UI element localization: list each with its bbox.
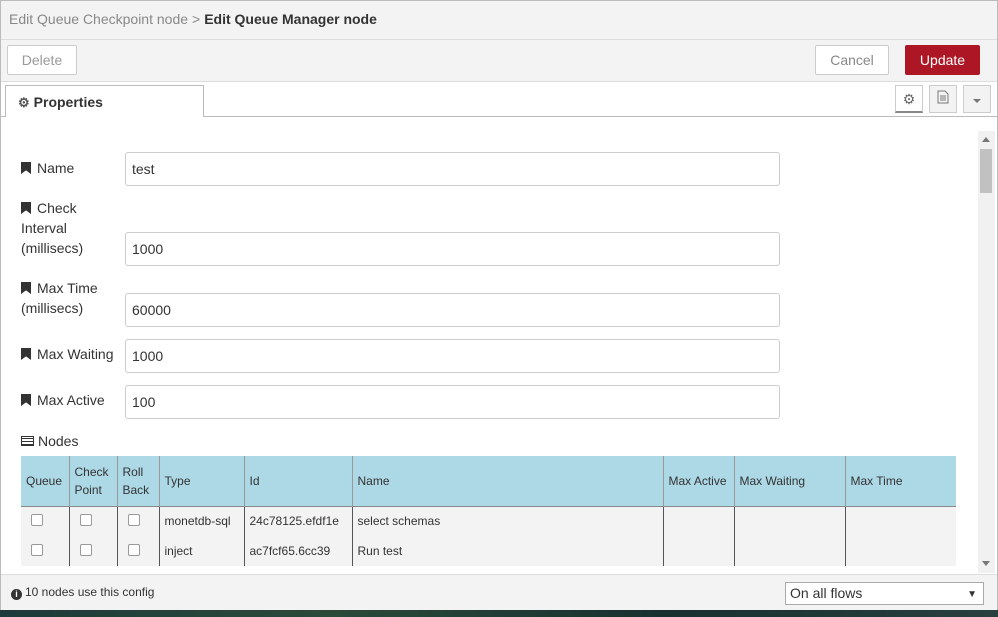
cell-name: Run test <box>351 536 663 566</box>
scroll-up-icon[interactable] <box>982 137 990 142</box>
bookmark-icon <box>21 202 31 214</box>
page-title: Edit Queue Manager node <box>204 11 377 27</box>
cell-max-waiting[interactable] <box>733 506 845 536</box>
queue-checkbox[interactable] <box>31 513 43 526</box>
cell-type: monetdb-sql <box>158 506 244 536</box>
check-point-checkbox[interactable] <box>79 543 92 556</box>
name-label: Name <box>21 158 74 178</box>
col-queue: Queue <box>21 456 69 506</box>
dialog-footer: i 10 nodes use this config On all flows ▼ <box>1 574 997 610</box>
properties-panel: Name test Check Interval (millisecs) 1000 … <box>1 117 997 574</box>
edit-dialog-tray: Edit Queue Checkpoint node > Edit Queue Ma… <box>0 0 998 610</box>
dialog-header: Edit Queue Checkpoint node > Edit Queue Ma… <box>1 1 997 40</box>
cell-id: ac7fcf65.6cc39 <box>243 536 352 566</box>
update-button[interactable]: Update <box>905 45 980 75</box>
cell-max-active[interactable] <box>662 506 734 536</box>
roll-back-checkbox[interactable] <box>127 543 140 556</box>
list-icon <box>21 436 34 446</box>
bookmark-icon <box>21 282 31 294</box>
cell-id: 24c78125.efdf1e <box>243 506 352 536</box>
nodes-label: Nodes <box>21 433 78 449</box>
bookmark-icon <box>21 348 31 360</box>
col-type: Type <box>158 456 244 506</box>
check-interval-field[interactable]: 1000 <box>125 232 780 266</box>
bookmark-icon <box>21 394 31 406</box>
vertical-scrollbar[interactable] <box>978 131 995 573</box>
col-name: Name <box>351 456 663 506</box>
col-check-point: Check Point <box>68 456 117 506</box>
col-id: Id <box>243 456 352 506</box>
col-max-active: Max Active <box>662 456 734 506</box>
max-waiting-field[interactable]: 1000 <box>125 339 780 373</box>
flow-scope-select[interactable]: On all flows ▼ <box>785 582 984 605</box>
scroll-thumb[interactable] <box>980 149 992 193</box>
document-icon[interactable] <box>929 85 957 113</box>
gear-icon[interactable]: ⚙ <box>895 85 923 113</box>
tab-bar: ⚙ Properties ⚙ <box>1 83 997 118</box>
col-max-waiting: Max Waiting <box>733 456 845 506</box>
cancel-button[interactable]: Cancel <box>815 45 889 75</box>
cell-max-time[interactable] <box>844 536 956 566</box>
delete-button[interactable]: Delete <box>7 45 77 75</box>
cell-max-active[interactable] <box>662 536 734 566</box>
col-roll-back: Roll Back <box>116 456 159 506</box>
chevron-down-icon: ▼ <box>967 589 977 600</box>
max-time-label: Max Time (millisecs) <box>21 280 98 316</box>
cell-max-waiting[interactable] <box>733 536 845 566</box>
bookmark-icon <box>21 162 31 174</box>
dialog-toolbar: Delete Cancel Update <box>1 40 997 82</box>
table-row: monetdb-sql 24c78125.efdf1e select schem… <box>21 506 956 536</box>
queue-checkbox[interactable] <box>31 543 43 556</box>
name-field[interactable]: test <box>125 152 780 186</box>
max-active-field[interactable]: 100 <box>125 385 780 419</box>
check-point-checkbox[interactable] <box>79 513 92 526</box>
cell-max-time[interactable] <box>844 506 956 536</box>
config-usage-info: i 10 nodes use this config <box>11 585 154 600</box>
tab-properties-label: Properties <box>33 94 103 110</box>
nodes-table: Queue Check Point Roll Back Type Id Name M… <box>21 456 956 566</box>
breadcrumb-separator: > <box>192 11 201 27</box>
table-row: inject ac7fcf65.6cc39 Run test <box>21 536 956 566</box>
breadcrumb-parent[interactable]: Edit Queue Checkpoint node <box>9 11 188 27</box>
gear-icon: ⚙ <box>18 95 30 110</box>
background-strip <box>0 610 998 617</box>
tab-properties[interactable]: ⚙ Properties <box>5 85 204 118</box>
max-waiting-label: Max Waiting <box>21 344 114 364</box>
cell-type: inject <box>158 536 244 566</box>
info-icon: i <box>11 589 22 600</box>
roll-back-checkbox[interactable] <box>127 513 140 526</box>
cell-name: select schemas <box>351 506 663 536</box>
check-interval-label: Check Interval (millisecs) <box>21 200 84 256</box>
max-time-field[interactable]: 60000 <box>125 293 780 327</box>
col-max-time: Max Time <box>844 456 956 506</box>
scroll-down-icon[interactable] <box>982 561 990 566</box>
max-active-label: Max Active <box>21 390 105 410</box>
chevron-down-icon[interactable] <box>963 85 991 113</box>
